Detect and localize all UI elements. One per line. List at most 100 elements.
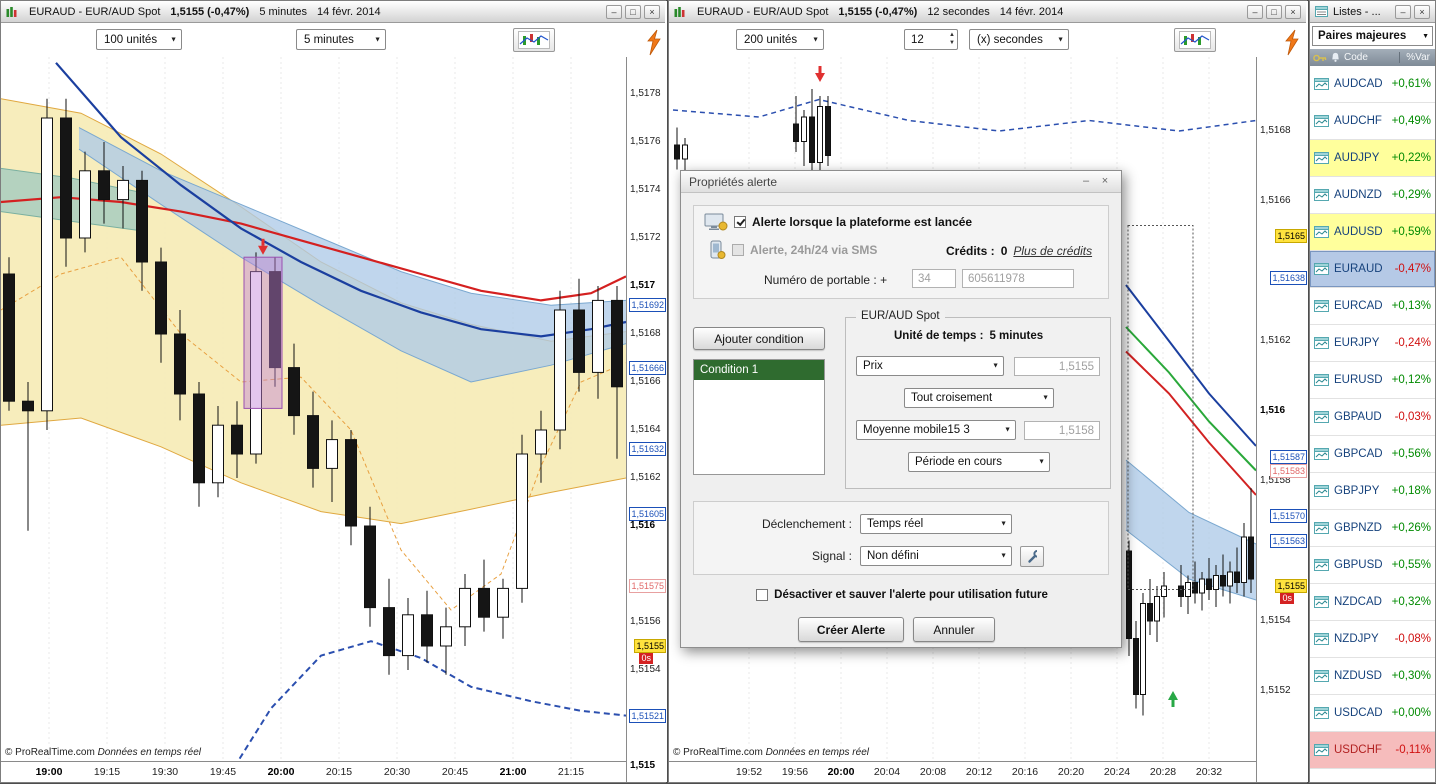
instrument-var: +0,30%	[1391, 670, 1431, 682]
instrument-row[interactable]: USDCHF -0,11%	[1310, 732, 1435, 769]
add-condition-button[interactable]: Ajouter condition	[693, 327, 825, 350]
conditions-listbox[interactable]: Condition 1	[693, 359, 825, 475]
instrument-row[interactable]: EURCAD +0,13%	[1310, 288, 1435, 325]
price-tick: 1,516	[630, 520, 656, 531]
instrument-var: +0,56%	[1391, 448, 1431, 460]
window-title: EURAUD - EUR/AUD Spot	[29, 5, 161, 18]
instrument-row[interactable]: AUDCAD +0,61%	[1310, 66, 1435, 103]
instrument-row[interactable]: GBPAUD -0,03%	[1310, 399, 1435, 436]
spinner-down-icon[interactable]: ▼	[949, 39, 955, 47]
instrument-row[interactable]: EURAUD -0,47%	[1310, 251, 1435, 288]
price-tick: 1,516	[1260, 405, 1286, 416]
time-axis[interactable]: 19:52 19:56 20:00 20:04 20:08 20:12 20:16 20:20…	[669, 761, 1306, 782]
close-button[interactable]: ×	[1414, 4, 1430, 19]
indicator-value-field[interactable]	[1024, 421, 1100, 440]
window-titlebar[interactable]: EURAUD - EUR/AUD Spot 1,5155 (-0,47%) 5 …	[1, 1, 665, 23]
period-dropdown[interactable]: Période en cours ▼	[908, 452, 1050, 472]
timeframe-unit-dropdown[interactable]: (x) secondes ▼	[969, 29, 1069, 50]
instrument-var: +0,00%	[1391, 707, 1431, 719]
sms-alert-checkbox[interactable]	[732, 244, 744, 256]
window-titlebar[interactable]: Listes - ... – ×	[1310, 1, 1435, 23]
prorealtime-logo-icon[interactable]	[644, 29, 664, 62]
maximize-button[interactable]: □	[1266, 4, 1282, 19]
create-alert-button[interactable]: Créer Alerte	[798, 617, 904, 642]
key-icon	[1313, 53, 1327, 63]
instrument-row[interactable]: GBPCAD +0,56%	[1310, 436, 1435, 473]
signal-settings-button[interactable]	[1020, 546, 1044, 567]
instrument-row[interactable]: NZDUSD +0,30%	[1310, 658, 1435, 695]
time-tick: 19:56	[781, 766, 809, 778]
instrument-code: USDCAD	[1334, 707, 1383, 719]
instrument-row[interactable]: EURUSD +0,12%	[1310, 362, 1435, 399]
timeframe-value: 5 minutes	[989, 330, 1044, 342]
instrument-code: NZDUSD	[1334, 670, 1382, 682]
instrument-list[interactable]: AUDCAD +0,61% AUDCHF +0,49% AUDJPY +0,22% A…	[1310, 66, 1435, 782]
platform-alert-icon	[704, 212, 728, 232]
phone-number-field[interactable]	[962, 269, 1074, 288]
instrument-row[interactable]: NZDCAD +0,32%	[1310, 584, 1435, 621]
mini-chart-icon	[1314, 596, 1329, 608]
dialog-titlebar[interactable]: Propriétés alerte – ×	[681, 171, 1121, 193]
time-tick: 21:00	[499, 766, 527, 778]
chart-type-button[interactable]	[1174, 28, 1216, 52]
signal-dropdown[interactable]: Non défini ▼	[860, 546, 1012, 566]
minimize-button[interactable]: –	[1078, 175, 1094, 189]
disable-save-checkbox[interactable]	[756, 589, 769, 601]
phone-prefix-field[interactable]	[912, 269, 956, 288]
instrument-row[interactable]: NZDJPY -0,08%	[1310, 621, 1435, 658]
maximize-button[interactable]: □	[625, 4, 641, 19]
instrument-row[interactable]: GBPNZD +0,26%	[1310, 510, 1435, 547]
lists-window: Listes - ... – × Paires majeures ▼ Code …	[1309, 0, 1436, 783]
spinner-up-icon[interactable]: ▲	[949, 31, 955, 39]
price-source-dropdown[interactable]: Prix ▼	[856, 356, 1004, 376]
close-button[interactable]: ×	[644, 4, 660, 19]
instrument-var: -0,11%	[1395, 744, 1431, 756]
minimize-button[interactable]: –	[606, 4, 622, 19]
trigger-dropdown[interactable]: Temps réel ▼	[860, 514, 1012, 534]
instrument-row[interactable]: AUDJPY +0,22%	[1310, 140, 1435, 177]
instrument-row[interactable]: USDCAD +0,00%	[1310, 695, 1435, 732]
instrument-row[interactable]: AUDNZD +0,29%	[1310, 177, 1435, 214]
instrument-row[interactable]: GBPJPY +0,18%	[1310, 473, 1435, 510]
chart-type-button[interactable]	[513, 28, 555, 52]
countdown-label: 0s	[639, 653, 653, 664]
cancel-button[interactable]: Annuler	[913, 617, 995, 642]
crossing-dropdown[interactable]: Tout croisement ▼	[904, 388, 1054, 408]
price-tick: 1,5166	[630, 376, 661, 387]
prorealtime-logo-icon[interactable]	[1282, 29, 1302, 62]
instrument-row[interactable]: GBPUSD +0,55%	[1310, 547, 1435, 584]
timeframe-value-spinner[interactable]: 12 ▲ ▼	[904, 29, 958, 50]
price-tick: 1,5154	[630, 664, 661, 675]
time-tick: 20:16	[1011, 766, 1039, 778]
list-selector-dropdown[interactable]: Paires majeures ▼	[1312, 26, 1433, 46]
price-axis[interactable]: 1,5178 1,5176 1,5174 1,5172 1,517 1,5168 1,516…	[626, 1, 667, 782]
close-button[interactable]: ×	[1285, 4, 1301, 19]
instrument-var: +0,13%	[1391, 300, 1431, 312]
price-axis[interactable]: 1,5168 1,5166 1,5162 1,516 1,5158 1,5154 1,515…	[1256, 1, 1308, 782]
launch-alert-checkbox[interactable]	[734, 216, 746, 228]
indicator-dropdown[interactable]: Moyenne mobile15 3 ▼	[856, 420, 1016, 440]
close-button[interactable]: ×	[1097, 175, 1113, 189]
minimize-button[interactable]: –	[1395, 4, 1411, 19]
condition-item[interactable]: Condition 1	[694, 360, 824, 380]
time-axis[interactable]: 19:00 19:15 19:30 19:45 20:00 20:15 20:30 20:45…	[1, 761, 665, 782]
var-column-header: %Var	[1399, 52, 1432, 63]
minimize-button[interactable]: –	[1247, 4, 1263, 19]
instrument-row[interactable]: AUDCHF +0,49%	[1310, 103, 1435, 140]
list-header[interactable]: Code %Var	[1310, 49, 1435, 66]
mini-chart-icon	[1314, 337, 1329, 349]
instrument-code: AUDNZD	[1334, 189, 1382, 201]
price-label: 1,51666	[629, 360, 666, 375]
chart-toolbar: 100 unités ▼ 5 minutes ▼	[1, 23, 665, 57]
credits-value: 0	[1000, 244, 1008, 258]
price-chart-canvas[interactable]	[1, 1, 667, 784]
more-credits-link[interactable]: Plus de crédits	[1013, 244, 1092, 258]
price-value-field[interactable]	[1014, 357, 1100, 376]
units-dropdown[interactable]: 100 unités ▼	[96, 29, 182, 50]
disable-save-label: Désactiver et sauver l'alerte pour utili…	[774, 589, 1048, 601]
units-dropdown[interactable]: 200 unités ▼	[736, 29, 824, 50]
timeframe-dropdown[interactable]: 5 minutes ▼	[296, 29, 386, 50]
window-titlebar[interactable]: EURAUD - EUR/AUD Spot 1,5155 (-0,47%) 12…	[669, 1, 1306, 23]
instrument-row[interactable]: EURJPY -0,24%	[1310, 325, 1435, 362]
instrument-row[interactable]: AUDUSD +0,59%	[1310, 214, 1435, 251]
